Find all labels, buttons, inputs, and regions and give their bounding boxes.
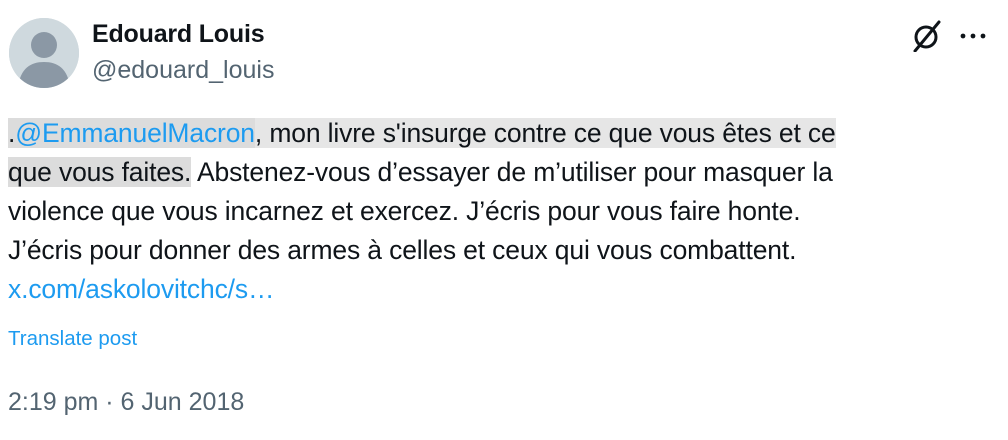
post-text-segment: Abstenez-vous d’essayer de m’utiliser po…	[191, 157, 833, 187]
post-line: J’écris pour donner des armes à celles e…	[8, 235, 797, 265]
post-line: que vous faites. Abstenez-vous d’essayer…	[8, 153, 993, 192]
text-selection-highlight: que vous faites.	[8, 157, 191, 187]
translate-post-button[interactable]: Translate post	[8, 327, 137, 351]
post-line: x.com/askolovitchc/s…	[8, 270, 993, 309]
mention-link[interactable]: @EmmanuelMacron	[15, 118, 255, 148]
post-timestamp[interactable]: 2:19 pm · 6 Jun 2018	[8, 388, 244, 417]
post-line: .@EmmanuelMacron, mon livre s'insurge co…	[8, 114, 993, 153]
default-avatar-icon	[9, 18, 79, 88]
post-text: .@EmmanuelMacron, mon livre s'insurge co…	[8, 114, 993, 309]
post-text-segment: que vous faites.	[8, 157, 192, 187]
more-horizontal-icon[interactable]	[958, 24, 988, 48]
author-handle[interactable]: @edouard_louis	[92, 56, 274, 85]
text-selection-highlight: , mon livre s'insurge contre ce que vous…	[254, 118, 836, 148]
text-selection-highlight: .@EmmanuelMacron	[8, 118, 255, 148]
post-text-segment: , mon livre s'insurge contre ce que vous…	[254, 118, 836, 148]
tweet-card: Edouard Louis @edouard_louis .@EmmanuelM…	[0, 0, 1008, 440]
author-display-name[interactable]: Edouard Louis	[92, 20, 265, 49]
avatar[interactable]	[9, 18, 79, 88]
external-link[interactable]: x.com/askolovitchc/s…	[8, 274, 274, 304]
post-line: violence que vous incarnez et exercez. J…	[8, 196, 801, 226]
x-grok-logo-icon[interactable]	[912, 20, 942, 53]
